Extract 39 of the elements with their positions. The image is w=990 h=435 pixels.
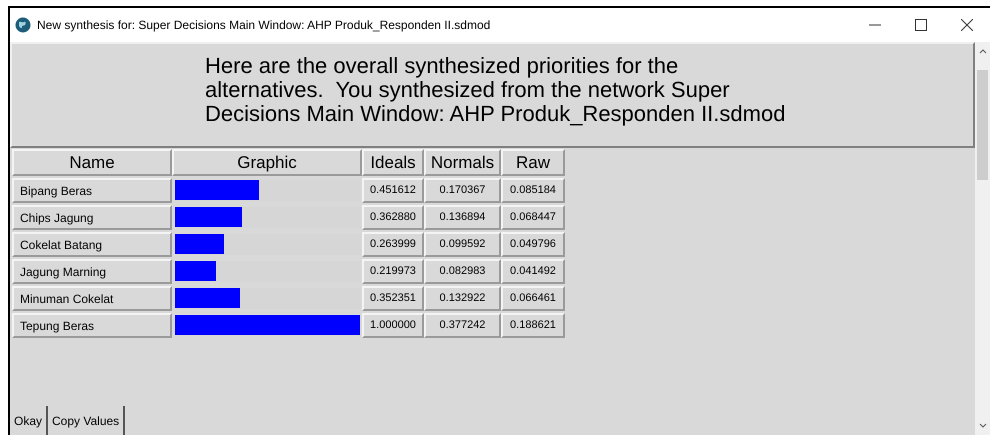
value-cell: 0.068447 — [501, 205, 565, 230]
value-cell: 0.352351 — [362, 286, 424, 311]
scroll-up-icon[interactable] — [978, 48, 987, 54]
scroll-thumb[interactable] — [977, 70, 988, 180]
value-cell: 0.188621 — [501, 313, 565, 338]
scrollbar[interactable] — [975, 42, 990, 435]
value-cell: 0.066461 — [501, 286, 565, 311]
close-icon — [961, 19, 973, 31]
name-cell: Chips Jagung — [12, 205, 172, 230]
globe-icon — [15, 17, 31, 33]
value-cell: 0.041492 — [501, 259, 565, 284]
maximize-icon — [915, 19, 927, 31]
name-cell: Cokelat Batang — [12, 232, 172, 257]
value-cell: 0.219973 — [362, 259, 424, 284]
value-cell: 0.170367 — [424, 178, 501, 203]
value-cell: 0.049796 — [501, 232, 565, 257]
name-cell: Minuman Cokelat — [12, 286, 172, 311]
value-cell: 0.132922 — [424, 286, 501, 311]
value-cell: 0.136894 — [424, 205, 501, 230]
value-cell: 0.099592 — [424, 232, 501, 257]
value-cell: 1.000000 — [362, 313, 424, 338]
column-header: Graphic — [172, 149, 362, 176]
name-cell: Jagung Marning — [12, 259, 172, 284]
value-cell: 0.451612 — [362, 178, 424, 203]
scroll-down-icon[interactable] — [978, 423, 987, 429]
value-cell: 0.362880 — [362, 205, 424, 230]
column-header: Raw — [501, 149, 565, 176]
value-cell: 0.377242 — [424, 313, 501, 338]
name-cell: Bipang Beras — [12, 178, 172, 203]
message-text: Here are the overall synthesized priorities for the alternatives. You synthesized from the network Super Decisions Main Window: AHP Produk_Responden II.sdmod — [205, 54, 786, 126]
column-header: Ideals — [362, 149, 424, 176]
name-cell: Tepung Beras — [12, 313, 172, 338]
column-header: Name — [12, 149, 172, 176]
minimize-icon — [869, 24, 881, 26]
column-header: Normals — [424, 149, 501, 176]
window-title: New synthesis for: Super Decisions Main Window: AHP Produk_Responden II.sdmod — [37, 17, 490, 34]
value-cell: 0.085184 — [501, 178, 565, 203]
value-cell: 0.082983 — [424, 259, 501, 284]
value-cell: 0.263999 — [362, 232, 424, 257]
